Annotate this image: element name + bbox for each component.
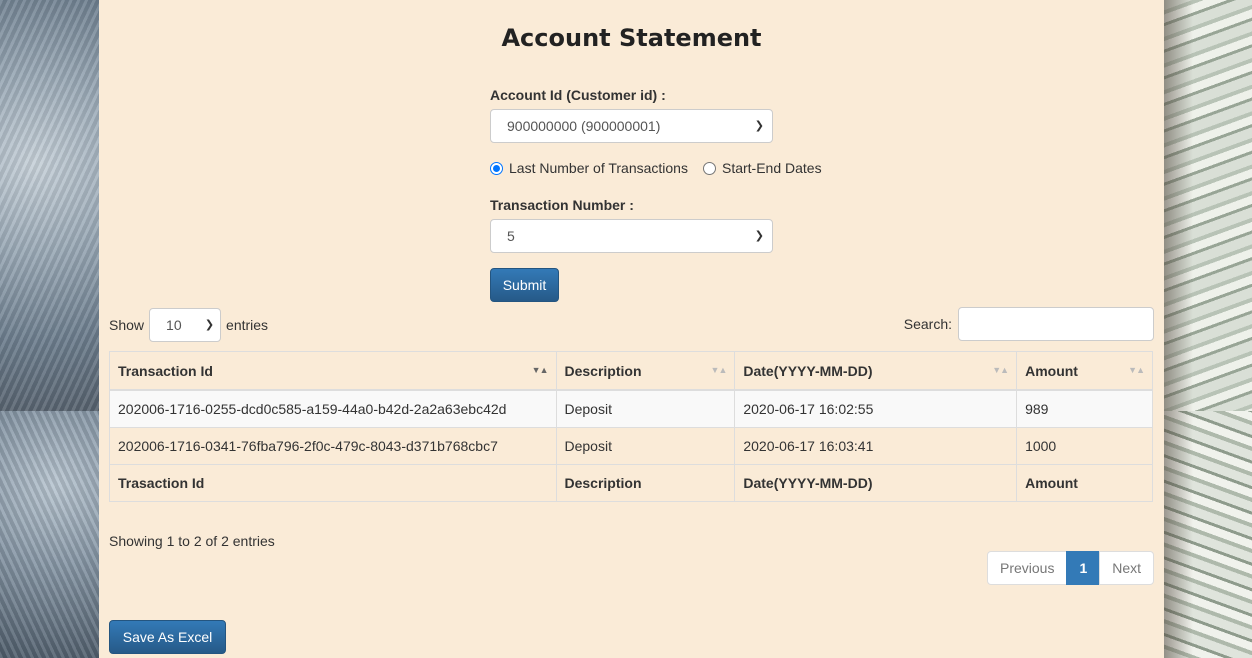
cell-description: Deposit xyxy=(555,389,736,428)
radio-last-transactions-label[interactable]: Last Number of Transactions xyxy=(509,160,688,176)
show-label: Show xyxy=(109,317,145,333)
table-row: 202006-1716-0255-dcd0c585-a159-44a0-b42d… xyxy=(109,389,1153,428)
footer-description: Description xyxy=(555,464,736,502)
radio-start-end-dates-label[interactable]: Start-End Dates xyxy=(722,160,822,176)
account-id-value: 900000000 (900000001) xyxy=(507,118,661,134)
entries-length-control: Show 10 ❯ entries xyxy=(109,308,268,342)
sort-icon: ▼▲ xyxy=(992,365,1009,375)
footer-transaction-id: Trasaction Id xyxy=(109,464,557,502)
pagination: Previous 1 Next xyxy=(987,551,1155,585)
table-row: 202006-1716-0341-76fba796-2f0c-479c-8043… xyxy=(109,427,1153,465)
sort-icon: ▼▲ xyxy=(710,365,728,375)
background-photo-left-top xyxy=(0,0,100,411)
table-info: Showing 1 to 2 of 2 entries xyxy=(109,533,275,549)
column-header-description[interactable]: Description ▼▲ xyxy=(555,351,736,391)
background-photo-left-bottom xyxy=(0,411,100,658)
pagination-page-1[interactable]: 1 xyxy=(1066,551,1101,585)
cell-transaction-id: 202006-1716-0341-76fba796-2f0c-479c-8043… xyxy=(109,427,557,465)
account-id-label: Account Id (Customer id) : xyxy=(490,87,666,103)
column-header-date[interactable]: Date(YYYY-MM-DD) ▼▲ xyxy=(734,351,1018,391)
table-footer-row: Trasaction Id Description Date(YYYY-MM-D… xyxy=(109,464,1153,502)
entries-select[interactable]: 10 ❯ xyxy=(149,308,222,342)
submit-button[interactable]: Submit xyxy=(490,268,559,302)
chevron-down-icon: ❯ xyxy=(754,120,764,132)
transactions-table: Transaction Id ▼▲ Description ▼▲ Date(YY… xyxy=(109,351,1153,502)
sort-icon: ▼▲ xyxy=(1128,365,1145,375)
transaction-number-value: 5 xyxy=(507,228,515,244)
radio-start-end-dates[interactable] xyxy=(702,161,716,175)
entries-label: entries xyxy=(226,317,269,333)
chevron-down-icon: ❯ xyxy=(204,319,215,331)
pagination-previous-button[interactable]: Previous xyxy=(987,551,1068,585)
search-label: Search: xyxy=(903,316,952,332)
transaction-number-label: Transaction Number : xyxy=(490,197,634,213)
transaction-number-select[interactable]: 5 ❯ xyxy=(490,219,773,253)
cell-amount: 989 xyxy=(1016,389,1153,428)
sort-ascending-icon: ▼▲ xyxy=(531,365,549,375)
footer-amount: Amount xyxy=(1016,464,1153,502)
background-photo-right-top xyxy=(1163,0,1252,411)
entries-select-value: 10 xyxy=(166,317,182,333)
radio-last-transactions[interactable] xyxy=(490,161,503,175)
column-header-amount[interactable]: Amount ▼▲ xyxy=(1016,351,1153,391)
cell-amount: 1000 xyxy=(1016,427,1153,465)
footer-date: Date(YYYY-MM-DD) xyxy=(734,464,1018,502)
save-as-excel-button[interactable]: Save As Excel xyxy=(109,620,226,654)
statement-mode-radio-group: Last Number of Transactions Start-End Da… xyxy=(490,160,822,176)
pagination-next-button[interactable]: Next xyxy=(1099,551,1155,585)
cell-date: 2020-06-17 16:03:41 xyxy=(734,427,1018,465)
chevron-down-icon: ❯ xyxy=(754,230,764,242)
column-header-transaction-id[interactable]: Transaction Id ▼▲ xyxy=(109,351,557,391)
search-input[interactable] xyxy=(958,307,1154,341)
cell-transaction-id: 202006-1716-0255-dcd0c585-a159-44a0-b42d… xyxy=(109,389,557,428)
cell-description: Deposit xyxy=(555,427,736,465)
account-id-select[interactable]: 900000000 (900000001) ❯ xyxy=(490,109,773,143)
cell-date: 2020-06-17 16:02:55 xyxy=(734,389,1018,428)
page-title: Account Statement xyxy=(501,24,762,52)
table-search: Search: xyxy=(904,307,1154,341)
statement-panel: Account Statement Account Id (Customer i… xyxy=(99,0,1164,658)
table-header-row: Transaction Id ▼▲ Description ▼▲ Date(YY… xyxy=(109,351,1153,391)
background-photo-right-bottom xyxy=(1163,411,1252,658)
